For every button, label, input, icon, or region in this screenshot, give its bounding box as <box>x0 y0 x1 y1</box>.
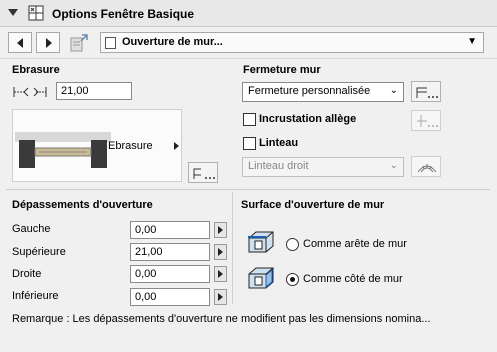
chevron-down-icon: ⌄ <box>389 160 398 171</box>
incrustation-label: Incrustation allège <box>259 113 357 125</box>
remark-text: Remarque : Les dépassements d'ouverture … <box>12 313 431 325</box>
superieure-label: Supérieure <box>12 246 66 258</box>
window-settings-icon <box>28 5 44 21</box>
ebrasure-preview-label: Ebrasure <box>108 140 153 152</box>
options-icon <box>416 87 438 98</box>
gauche-arrow-button[interactable] <box>214 222 227 238</box>
next-button[interactable] <box>36 32 60 53</box>
options-icon <box>193 168 215 179</box>
ebrasure-input[interactable]: 21,00 <box>56 82 132 100</box>
copy-settings-icon[interactable] <box>68 33 90 53</box>
arrow-right-icon <box>218 270 223 278</box>
wall-edge-icon <box>248 231 274 253</box>
wall-side-icon <box>248 267 274 289</box>
previous-button[interactable] <box>8 32 32 53</box>
ebrasure-heading: Ebrasure <box>12 64 60 76</box>
arrow-right-icon <box>46 38 52 48</box>
droite-arrow-button[interactable] <box>214 266 227 282</box>
surface-option-cote-label: Comme côté de mur <box>303 273 403 285</box>
arch-icon <box>417 164 437 173</box>
inferieure-input[interactable]: 0,00 <box>130 288 210 306</box>
inferieure-arrow-button[interactable] <box>214 289 227 305</box>
fermeture-options-button[interactable] <box>411 81 441 102</box>
incrustation-checkbox[interactable] <box>243 113 256 126</box>
depassements-heading: Dépassements d'ouverture <box>12 199 153 211</box>
fermeture-select[interactable]: Fermeture personnalisée ⌄ <box>242 82 404 102</box>
divider <box>232 192 233 304</box>
superieure-input[interactable]: 21,00 <box>130 243 210 261</box>
gauche-label: Gauche <box>12 223 51 235</box>
surface-option-cote-radio[interactable] <box>286 273 299 286</box>
gauche-input[interactable]: 0,00 <box>130 221 210 239</box>
ebrasure-depth-icon <box>13 87 47 97</box>
linteau-label: Linteau <box>259 137 299 149</box>
linteau-checkbox[interactable] <box>243 137 256 150</box>
droite-label: Droite <box>12 268 42 280</box>
linteau-options-button[interactable] <box>411 156 441 177</box>
arrow-right-icon <box>218 226 223 234</box>
divider <box>6 189 490 190</box>
arrow-right-icon <box>174 142 179 150</box>
surface-option-arete-label: Comme arête de mur <box>303 238 407 250</box>
chevron-down-icon: ⌄ <box>389 85 398 96</box>
linteau-select[interactable]: Linteau droit ⌄ <box>242 157 404 177</box>
arrow-left-icon <box>17 38 23 48</box>
arrow-right-icon <box>218 293 223 301</box>
fermeture-select-value: Fermeture personnalisée <box>248 85 371 97</box>
fermeture-heading: Fermeture mur <box>243 64 321 76</box>
arrow-right-icon <box>218 248 223 256</box>
section-dropdown[interactable]: Ouverture de mur... ▼ <box>100 32 484 53</box>
incrustation-options-button[interactable] <box>411 110 441 131</box>
ebrasure-preview[interactable]: Ebrasure <box>12 109 182 182</box>
options-icon <box>417 115 438 127</box>
section-dropdown-label: Ouverture de mur... <box>122 36 223 48</box>
section-icon <box>105 37 116 49</box>
ebrasure-options-button[interactable] <box>188 162 218 183</box>
superieure-arrow-button[interactable] <box>214 244 227 260</box>
panel-title: Options Fenêtre Basique <box>52 7 195 21</box>
collapse-arrow-icon[interactable] <box>8 9 18 16</box>
surface-heading: Surface d'ouverture de mur <box>241 199 385 211</box>
inferieure-label: Inférieure <box>12 290 59 302</box>
chevron-down-icon: ▼ <box>467 36 477 47</box>
ebrasure-diagram-icon <box>15 118 111 176</box>
divider <box>0 58 497 59</box>
droite-input[interactable]: 0,00 <box>130 265 210 283</box>
surface-option-arete-radio[interactable] <box>286 238 299 251</box>
linteau-select-value: Linteau droit <box>248 160 309 172</box>
